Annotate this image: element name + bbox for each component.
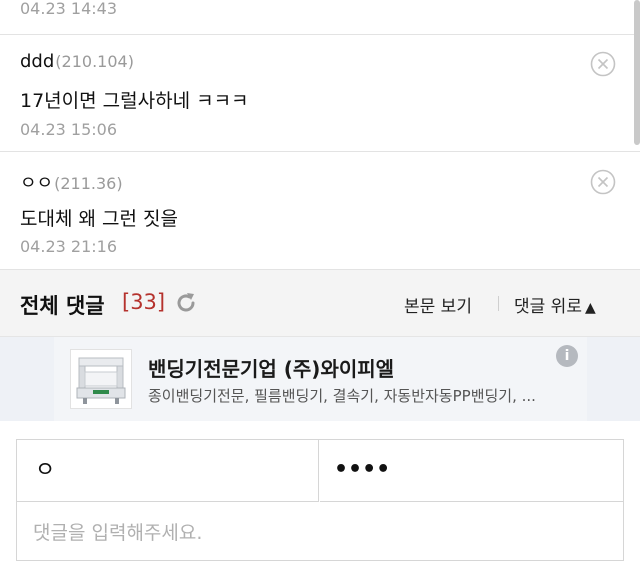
ad-thumbnail — [70, 349, 132, 409]
comment-header-bar: 전체 댓글 [33] 본문 보기 댓글 위로 ▲ — [0, 270, 640, 337]
refresh-icon — [177, 293, 195, 312]
triangle-up-icon: ▲ — [584, 300, 596, 316]
comment-time: 04.23 14:43 — [20, 0, 117, 18]
comment-item: ddd(210.104) 17년이면 그럴사하네 ㅋㅋㅋ 04.23 15:06 — [0, 35, 640, 152]
divider — [498, 296, 499, 311]
ad-area: 밴딩기전문기업 (주)와이피엘 종이밴딩기전문, 필름밴딩기, 결속기, 자동반… — [0, 337, 640, 421]
close-circle-icon — [590, 51, 616, 77]
password-input[interactable]: •••• — [320, 440, 623, 502]
ad-title: 밴딩기전문기업 (주)와이피엘 — [148, 357, 395, 381]
comment-count: [33] — [122, 290, 166, 314]
ad-banner[interactable]: 밴딩기전문기업 (주)와이피엘 종이밴딩기전문, 필름밴딩기, 결속기, 자동반… — [54, 337, 587, 421]
to-top-label: 댓글 위로 — [514, 297, 582, 317]
ad-description: 종이밴딩기전문, 필름밴딩기, 결속기, 자동반자동PP밴딩기, ... — [148, 387, 536, 405]
comment-textarea[interactable]: 댓글을 입력해주세요. — [33, 518, 202, 545]
delete-comment-button[interactable] — [590, 51, 616, 77]
comment-item: ㅇㅇ(211.36) 도대체 왜 그런 짓을 04.23 21:16 — [0, 152, 640, 270]
delete-comment-button[interactable] — [590, 169, 616, 195]
all-comments-title: 전체 댓글 — [20, 294, 105, 318]
comment-form-box: ㅇ •••• 댓글을 입력해주세요. — [16, 439, 624, 561]
comment-author: ddd(210.104) — [20, 51, 134, 72]
banding-machine-image — [76, 357, 126, 404]
close-circle-icon — [590, 169, 616, 195]
comment-author-ip: (211.36) — [54, 174, 123, 193]
scroll-to-comments-top-link[interactable]: 댓글 위로 ▲ — [514, 292, 596, 317]
comment-author-name: ㅇㅇ — [20, 173, 54, 194]
view-body-link[interactable]: 본문 보기 — [404, 292, 472, 317]
comment-author-name: ddd — [20, 51, 55, 72]
comment-time: 04.23 21:16 — [20, 237, 117, 256]
comment-text: 17년이면 그럴사하네 ㅋㅋㅋ — [20, 90, 249, 112]
comment-author: ㅇㅇ(211.36) — [20, 169, 123, 195]
comment-form: ㅇ •••• 댓글을 입력해주세요. — [0, 421, 640, 561]
scrollbar[interactable] — [634, 0, 640, 145]
nickname-input[interactable]: ㅇ — [17, 440, 319, 502]
refresh-button[interactable] — [174, 291, 198, 315]
comment-item: 04.23 14:43 — [0, 0, 640, 35]
info-icon[interactable]: i — [556, 345, 578, 367]
comment-text: 도대체 왜 그런 짓을 — [20, 208, 178, 230]
comment-author-ip: (210.104) — [55, 52, 134, 71]
comment-time: 04.23 15:06 — [20, 120, 117, 139]
